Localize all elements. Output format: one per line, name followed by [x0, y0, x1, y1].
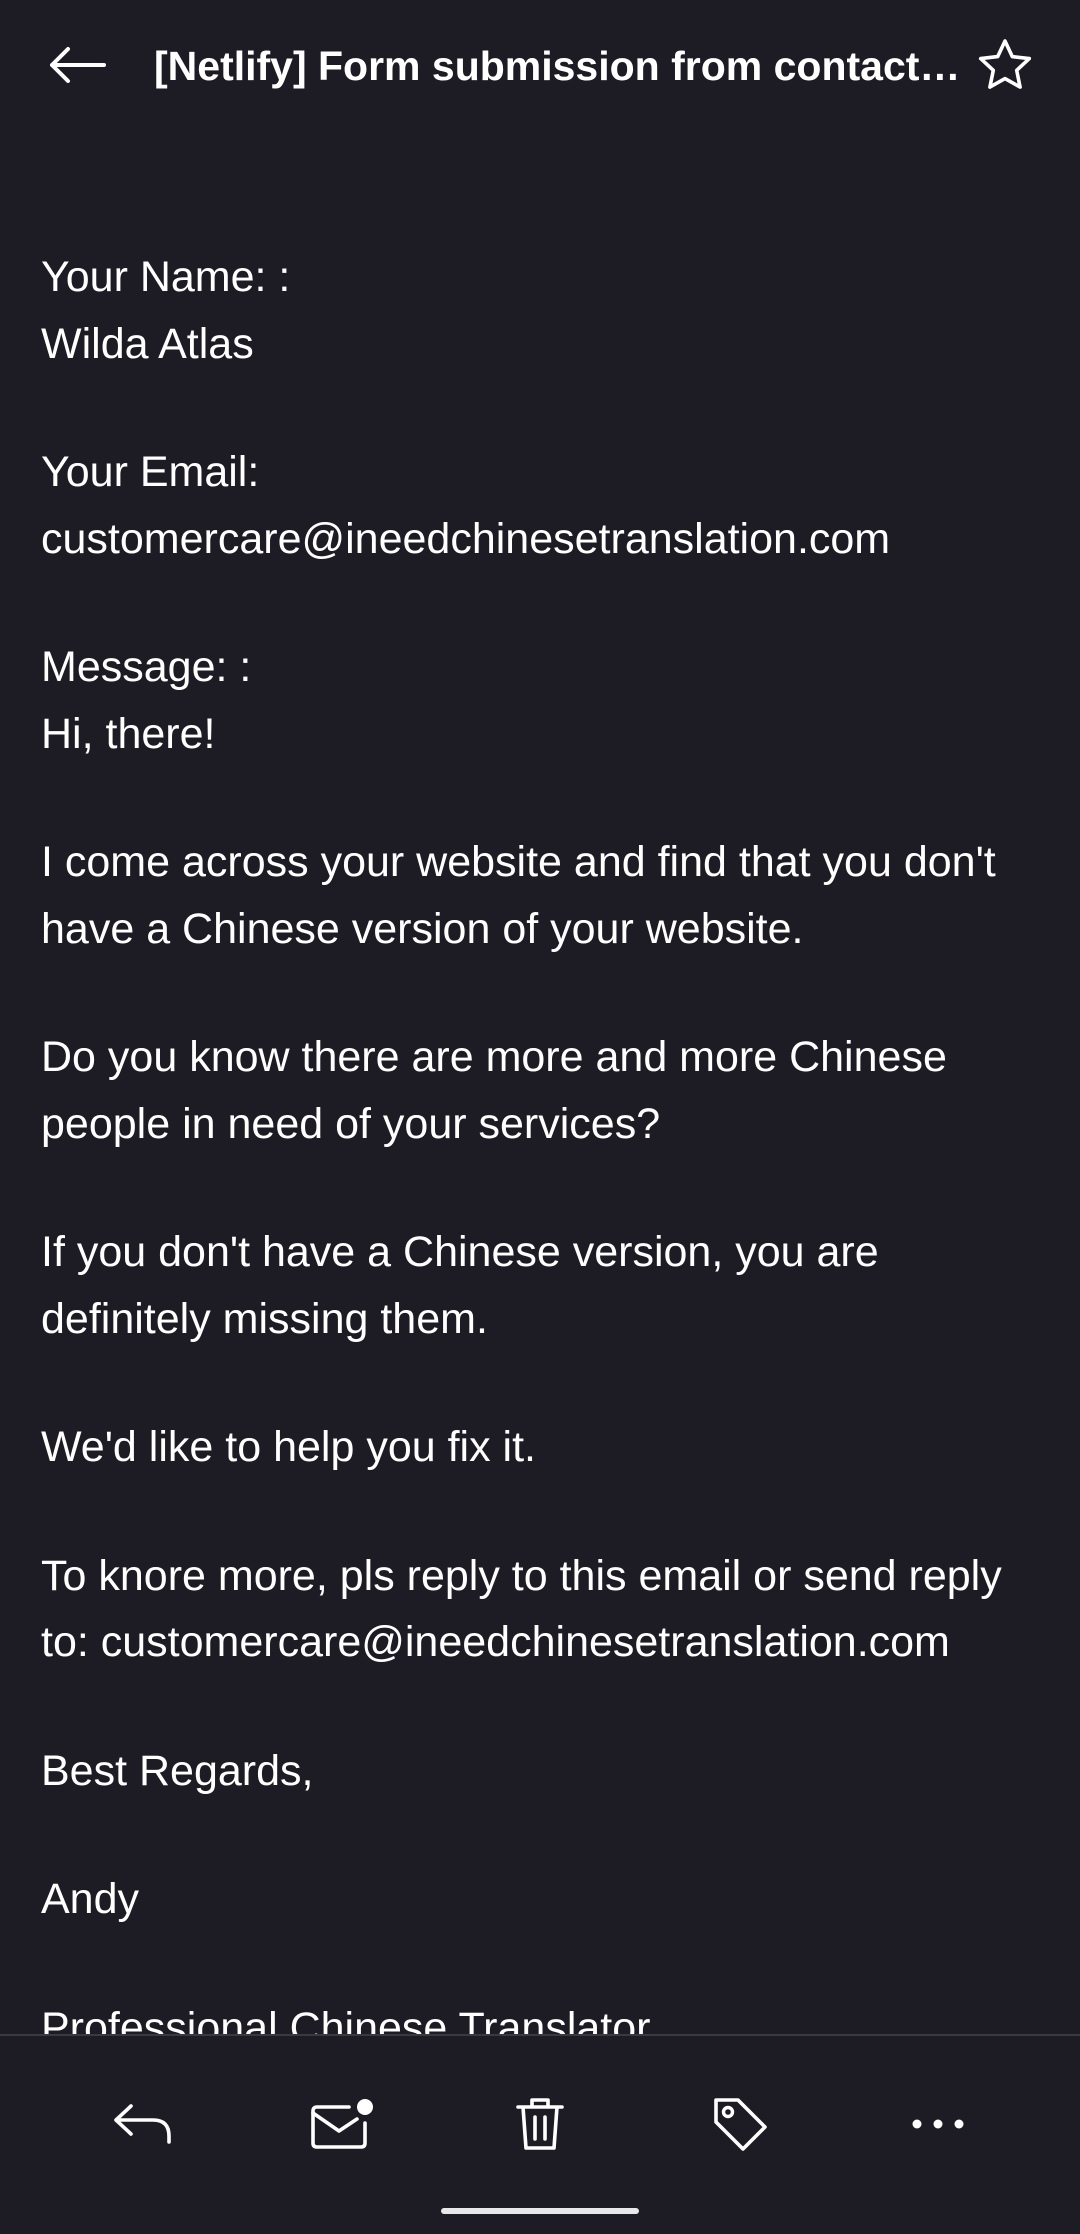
- message-greeting: Hi, there!: [41, 709, 216, 758]
- star-outline-icon: [978, 39, 1032, 89]
- home-indicator[interactable]: [441, 2208, 639, 2214]
- message-closing: Best Regards,: [41, 1746, 314, 1795]
- arrow-left-icon: [50, 47, 106, 83]
- email-body: Your Name: : Wilda Atlas Your Email: cus…: [41, 244, 1051, 2034]
- message-paragraph-3-line-2: definitely missing them.: [41, 1294, 488, 1343]
- reply-button[interactable]: [97, 2084, 187, 2164]
- name-label: Your Name: :: [41, 253, 291, 301]
- message-paragraph-2-line-1: Do you know there are more and more Chin…: [41, 1033, 947, 1081]
- email-value[interactable]: customercare@ineedchinesetranslation.com: [41, 506, 1051, 573]
- more-options-button[interactable]: [893, 2084, 983, 2164]
- message-paragraph-1-line-2: have a Chinese version of your website.: [41, 904, 804, 953]
- back-button[interactable]: [36, 30, 116, 100]
- star-button[interactable]: [970, 30, 1040, 100]
- message-paragraph-5-line-1: To knore more, pls reply to this email o…: [41, 1551, 1002, 1600]
- trash-icon: [516, 2098, 564, 2150]
- tag-icon: [714, 2098, 767, 2151]
- bottom-action-bar: [0, 2034, 1080, 2234]
- reply-icon: [114, 2104, 171, 2144]
- mark-unread-button[interactable]: [297, 2084, 387, 2164]
- message-paragraph-2-line-2: people in need of your services?: [41, 1099, 661, 1148]
- more-icon: [912, 2119, 964, 2129]
- message-signature-title: Professional Chinese Translator: [41, 2003, 651, 2035]
- delete-button[interactable]: [495, 2084, 585, 2164]
- message-signature: Andy: [41, 1875, 140, 1923]
- mark-unread-icon: [311, 2099, 373, 2149]
- message-paragraph-4: We'd like to help you fix it.: [41, 1423, 536, 1471]
- message-paragraph-3-line-1: If you don't have a Chinese version, you…: [41, 1228, 879, 1276]
- email-label: Your Email:: [41, 448, 260, 496]
- name-value: Wilda Atlas: [41, 319, 254, 368]
- message-label: Message: :: [41, 643, 252, 691]
- email-subject-title: [Netlify] Form submission from contact-p…: [154, 43, 974, 89]
- message-paragraph-1-line-1: I come across your website and find that…: [41, 838, 996, 886]
- label-button[interactable]: [695, 2084, 785, 2164]
- message-paragraph-5-line-2: to: customercare@ineedchinesetranslation…: [41, 1618, 950, 1666]
- app-bar: [Netlify] Form submission from contact-p…: [0, 0, 1080, 140]
